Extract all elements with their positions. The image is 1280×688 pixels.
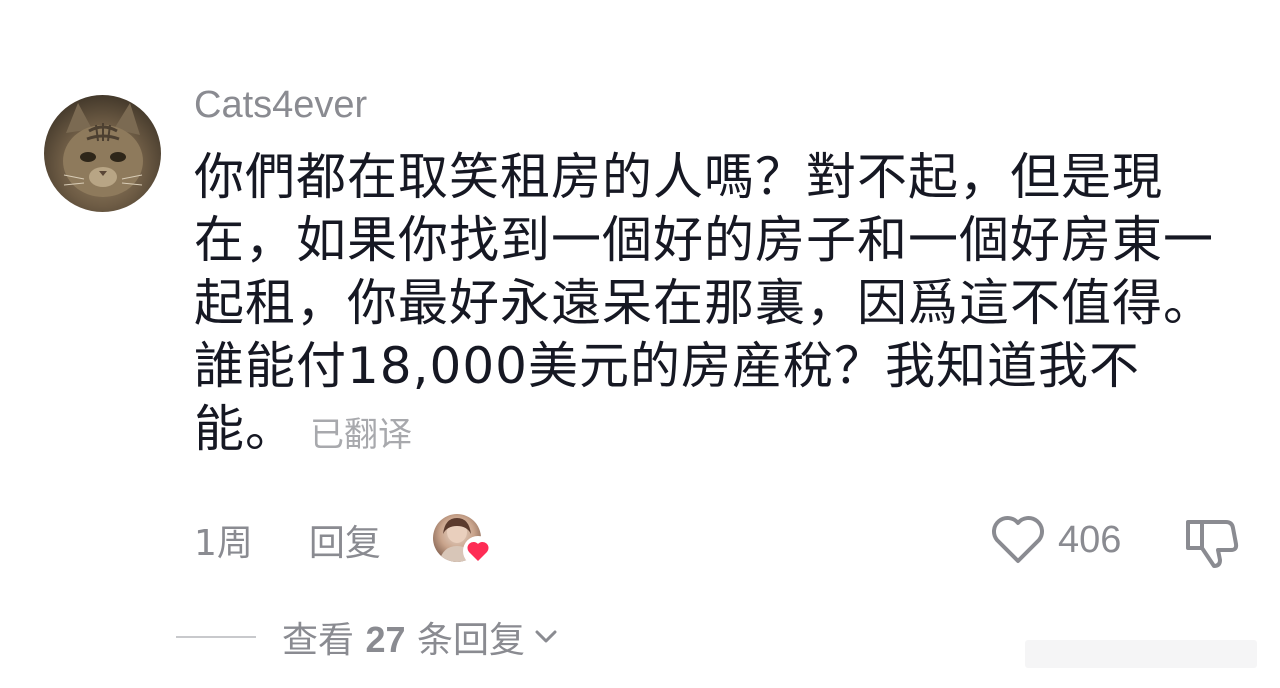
- thumbs-down-icon: [1186, 520, 1239, 568]
- like-button[interactable]: 406: [990, 512, 1121, 568]
- translated-label[interactable]: 已翻译: [310, 415, 412, 455]
- view-replies-label: 查看 27 条回复: [282, 619, 525, 661]
- cat-avatar-icon: [63, 103, 143, 197]
- comment-time: 1周: [194, 523, 253, 564]
- heart-outline-icon: [992, 516, 1044, 563]
- username[interactable]: Cats4ever: [194, 82, 367, 128]
- watermark: [1025, 640, 1257, 668]
- creator-heart-icon: [462, 536, 493, 566]
- dislike-button[interactable]: [1182, 512, 1240, 570]
- view-replies-button[interactable]: 查看 27 条回复: [176, 612, 559, 662]
- reply-button[interactable]: 回复: [309, 514, 381, 566]
- chevron-down-icon: [535, 630, 557, 643]
- like-count: 406: [1058, 518, 1122, 561]
- comment-body: 你們都在取笑租房的人嗎？對不起，但是現在，如果你找到一個好的房子和一個好房東一起…: [194, 146, 1234, 467]
- replies-divider: [176, 636, 256, 638]
- comment-meta: 1周 回复: [194, 512, 493, 568]
- comment-text: 你們都在取笑租房的人嗎？對不起，但是現在，如果你找到一個好的房子和一個好房東一起…: [194, 148, 1214, 458]
- creator-liked-badge: [432, 514, 493, 566]
- user-avatar[interactable]: [44, 95, 161, 212]
